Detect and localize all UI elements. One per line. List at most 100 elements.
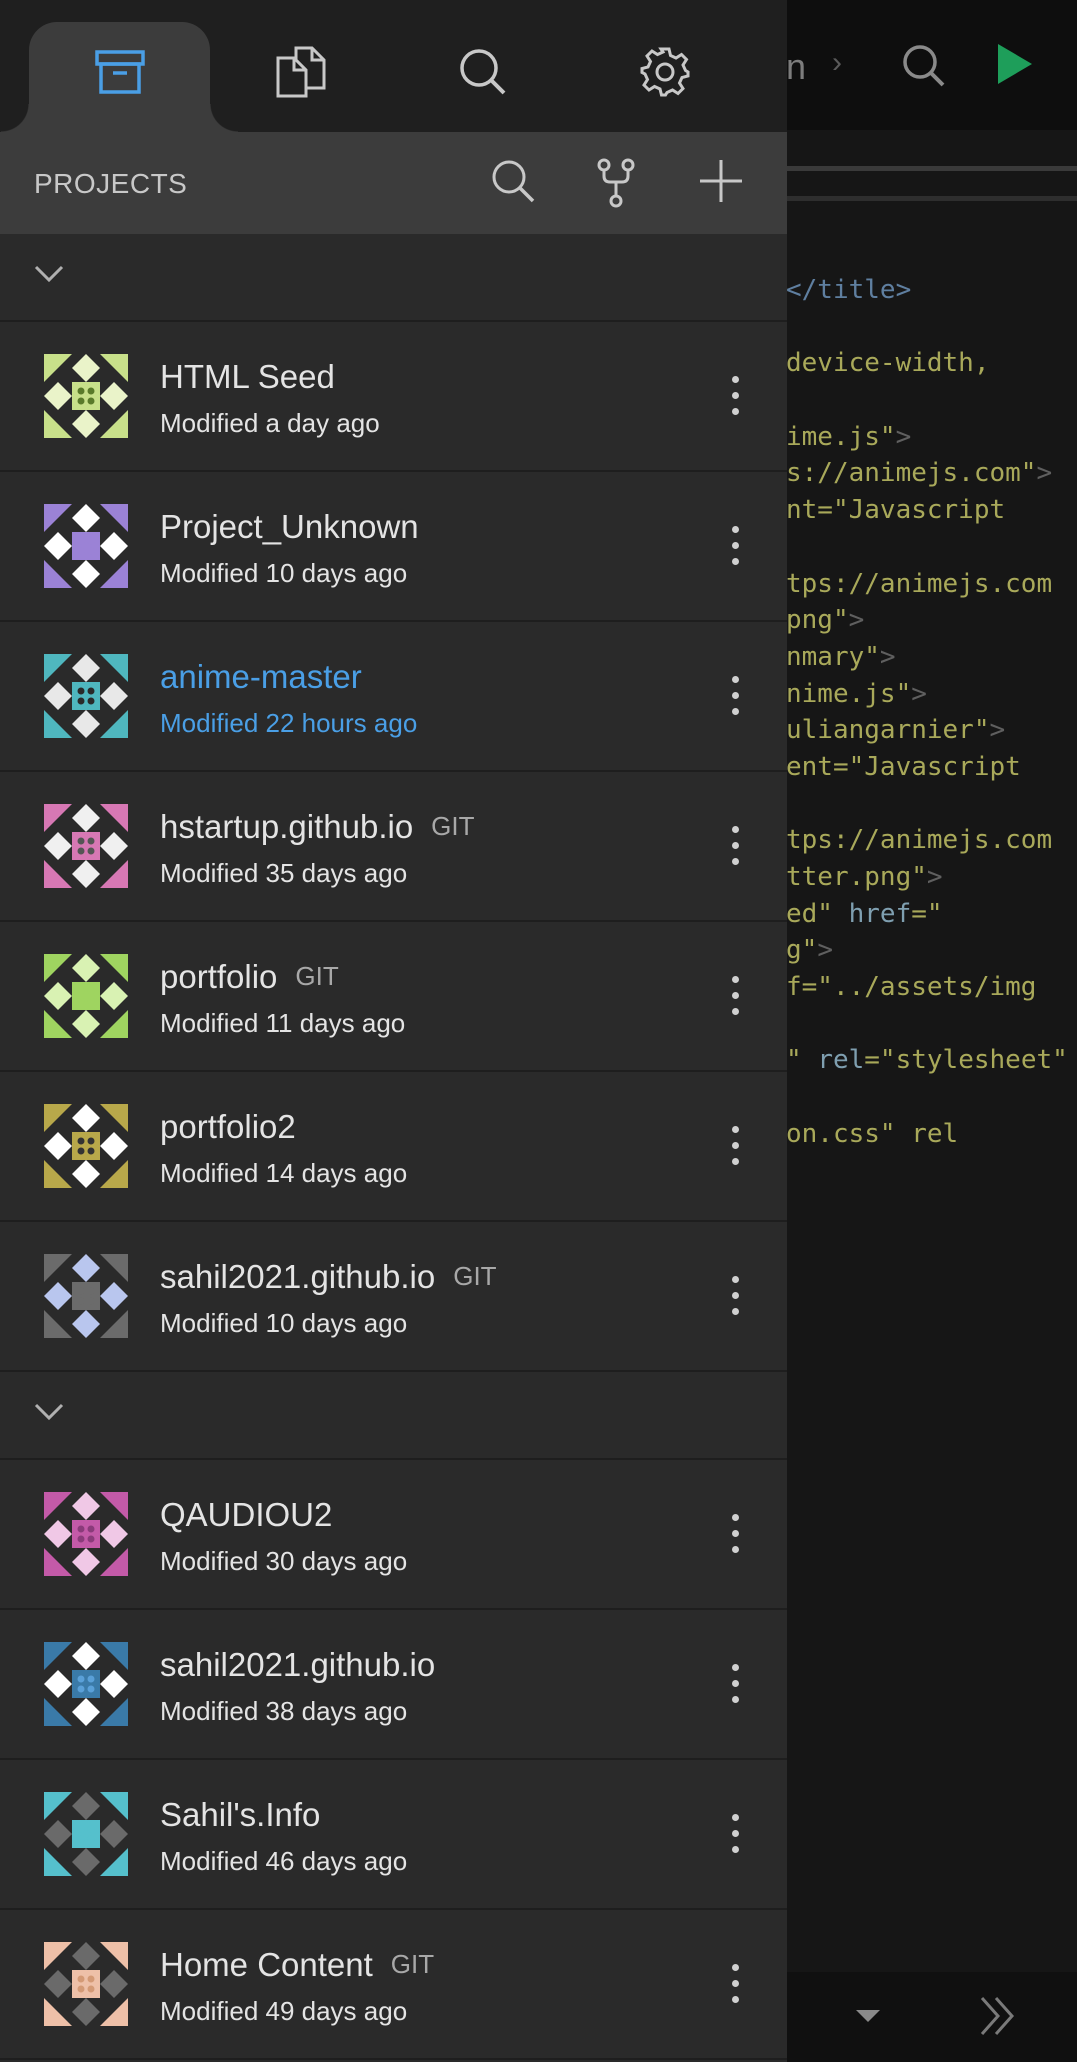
- project-name-text: HTML Seed: [160, 358, 335, 395]
- project-modified: Modified 49 days ago: [160, 1996, 408, 2026]
- project-row[interactable]: sahil2021.github.io Modified 38 days ago: [0, 1610, 787, 1760]
- project-name-text: Sahil's.Info: [160, 1796, 321, 1833]
- code-line: " rel="stylesheet": [786, 1045, 1068, 1076]
- code-line: tter.png">: [786, 862, 943, 892]
- project-name-text: Project_Unknown: [160, 508, 419, 545]
- editor-tab-indicator: [786, 166, 1077, 171]
- project-avatar-icon: [44, 1254, 128, 1338]
- project-avatar-icon: [44, 654, 128, 738]
- play-icon[interactable]: [996, 42, 1036, 86]
- project-avatar-icon: [44, 354, 128, 438]
- code-line: ed" href=": [786, 898, 943, 929]
- search-icon[interactable]: [900, 42, 948, 90]
- git-clone-icon[interactable]: [596, 158, 636, 208]
- project-row[interactable]: Sahil's.Info Modified 46 days ago: [0, 1760, 787, 1910]
- chevron-down-icon: [34, 265, 64, 283]
- tab-search[interactable]: [392, 22, 573, 132]
- more-options-icon[interactable]: [720, 520, 750, 570]
- code-line: s://animejs.com">: [786, 458, 1053, 489]
- project-modified: Modified 10 days ago: [160, 1308, 408, 1338]
- project-avatar-icon: [44, 1642, 128, 1726]
- projects-title: PROJECTS: [34, 168, 188, 199]
- code-line: nt="Javascript: [786, 495, 1006, 526]
- project-row[interactable]: anime-master Modified 22 hours ago: [0, 622, 787, 772]
- projects-drawer: PROJECTS HTML Seed Modified a day ago Proj…: [0, 0, 787, 2062]
- code-line: on.css" rel: [786, 1118, 959, 1149]
- more-options-icon[interactable]: [720, 970, 750, 1020]
- code-line: f="../assets/img: [786, 972, 1037, 1003]
- project-name: Sahil's.Info: [160, 1796, 320, 1834]
- project-modified: Modified 22 hours ago: [160, 708, 418, 738]
- gear-icon: [640, 47, 689, 97]
- project-name: hstartup.github.io GIT: [160, 808, 475, 846]
- code-line: g">: [786, 935, 833, 966]
- breadcrumb-chevron-icon: ›: [832, 46, 842, 79]
- project-row[interactable]: portfolio GIT Modified 11 days ago: [0, 922, 787, 1072]
- project-row[interactable]: sahil2021.github.io GIT Modified 10 days a…: [0, 1222, 787, 1372]
- project-name: QAUDIOU2: [160, 1496, 332, 1534]
- more-options-icon[interactable]: [720, 1270, 750, 1320]
- editor-divider: [786, 196, 1077, 201]
- project-row[interactable]: Project_Unknown Modified 10 days ago: [0, 472, 787, 622]
- git-badge: GIT: [295, 961, 339, 991]
- code-line: </title>: [786, 275, 912, 305]
- project-name: portfolio2: [160, 1108, 296, 1146]
- project-row[interactable]: portfolio2 Modified 14 days ago: [0, 1072, 787, 1222]
- more-options-icon[interactable]: [720, 670, 750, 720]
- code-line: ent="Javascript: [786, 751, 1021, 782]
- project-row[interactable]: QAUDIOU2 Modified 30 days ago: [0, 1460, 787, 1610]
- add-project-icon[interactable]: [698, 158, 744, 204]
- tab-settings[interactable]: [574, 22, 755, 132]
- more-options-icon[interactable]: [720, 1658, 750, 1708]
- section-header-internal[interactable]: [0, 1372, 787, 1460]
- project-name-text: anime-master: [160, 658, 362, 695]
- archive-box-icon: [94, 50, 145, 94]
- project-name: sahil2021.github.io: [160, 1646, 435, 1684]
- search-icon: [459, 49, 505, 95]
- git-badge: GIT: [453, 1261, 497, 1291]
- project-avatar-icon: [44, 954, 128, 1038]
- project-name-text: sahil2021.github.io: [160, 1258, 436, 1295]
- project-name-text: QAUDIOU2: [160, 1496, 333, 1533]
- project-name: anime-master: [160, 658, 362, 696]
- more-options-icon[interactable]: [720, 1958, 750, 2008]
- section-header-external[interactable]: [0, 234, 787, 322]
- project-name-text: portfolio: [160, 958, 278, 995]
- tab-projects[interactable]: [1, 22, 238, 132]
- code-line: nmary">: [786, 641, 896, 672]
- search-projects-icon[interactable]: [490, 158, 536, 204]
- caret-down-icon[interactable]: [856, 2010, 880, 2022]
- more-options-icon[interactable]: [720, 1120, 750, 1170]
- project-name-text: portfolio2: [160, 1108, 296, 1145]
- code-line: tps://animejs.com: [786, 825, 1053, 856]
- project-modified: Modified 10 days ago: [160, 558, 408, 588]
- more-options-icon[interactable]: [720, 370, 750, 420]
- more-options-icon[interactable]: [720, 1808, 750, 1858]
- code-line: nime.js">: [786, 678, 927, 709]
- project-row[interactable]: Home Content GIT Modified 49 days ago: [0, 1910, 787, 2060]
- more-options-icon[interactable]: [720, 820, 750, 870]
- breadcrumb[interactable]: n: [786, 46, 806, 88]
- project-modified: Modified 35 days ago: [160, 858, 408, 888]
- more-options-icon[interactable]: [720, 1508, 750, 1558]
- git-badge: GIT: [390, 1949, 435, 1979]
- tab-files[interactable]: [210, 22, 391, 132]
- code-line: uliangarnier">: [786, 715, 1006, 746]
- project-name: Home Content GIT: [160, 1946, 434, 1984]
- fast-forward-icon[interactable]: [978, 1994, 1018, 2038]
- code-content[interactable]: </title> device-width, ime.js"> s://animejs…: [786, 272, 1068, 1153]
- code-line: device-width,: [786, 348, 990, 379]
- project-row[interactable]: hstartup.github.io GIT Modified 35 days ag…: [0, 772, 787, 922]
- project-row[interactable]: HTML Seed Modified a day ago: [0, 322, 787, 472]
- drawer-tab-bar: [0, 0, 787, 132]
- project-avatar-icon: [44, 1792, 128, 1876]
- project-name: portfolio GIT: [160, 958, 339, 996]
- projects-header: PROJECTS: [0, 132, 787, 234]
- chevron-down-icon: [34, 1403, 64, 1421]
- project-modified: Modified 14 days ago: [160, 1158, 408, 1188]
- project-modified: Modified 11 days ago: [160, 1008, 406, 1038]
